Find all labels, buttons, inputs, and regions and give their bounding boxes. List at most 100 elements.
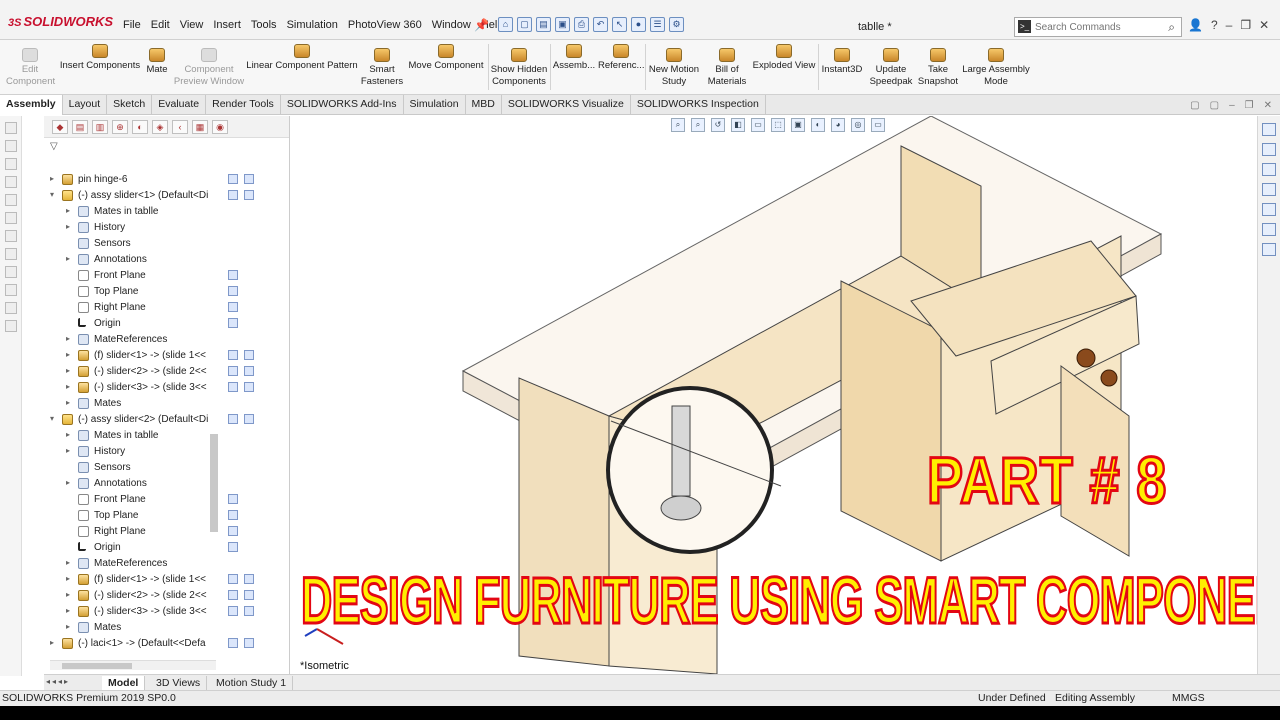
unit-system[interactable]: MMGS: [1172, 692, 1205, 704]
tab-evaluate[interactable]: Evaluate: [152, 95, 207, 115]
help-icon[interactable]: ?: [1211, 18, 1218, 32]
design-library-icon[interactable]: [1262, 143, 1276, 156]
menu-tools[interactable]: Tools: [246, 19, 282, 31]
show-hidden-button[interactable]: Show Hidden Components: [490, 48, 548, 88]
mate-button[interactable]: Mate: [142, 48, 172, 76]
tree-item[interactable]: Top Plane: [44, 508, 222, 524]
save-icon[interactable]: ▣: [555, 17, 570, 32]
expand-toggle-icon[interactable]: ▸: [66, 254, 70, 263]
undo-icon[interactable]: ↶: [593, 17, 608, 32]
solidworks-resources-icon[interactable]: [1262, 123, 1276, 136]
tree-item[interactable]: ▸ (-) slider<2> -> (slide 2<<: [44, 364, 222, 380]
restore-icon[interactable]: ❐: [1240, 18, 1251, 32]
tree-item[interactable]: Front Plane: [44, 268, 222, 284]
tree-vertical-scrollbar[interactable]: [210, 434, 218, 532]
configuration-manager-icon[interactable]: ▥: [92, 120, 108, 134]
tree-item[interactable]: ▸ pin hinge-6: [44, 172, 222, 188]
tab-solidworks-add-ins[interactable]: SOLIDWORKS Add-Ins: [281, 95, 404, 115]
strip-tool-icon[interactable]: [4, 266, 17, 278]
expand-toggle-icon[interactable]: ▸: [50, 638, 54, 647]
appearances-scenes-icon[interactable]: [1262, 203, 1276, 216]
search-input[interactable]: [1035, 20, 1161, 34]
tree-item[interactable]: ▸ Annotations: [44, 476, 222, 492]
collapse-left-icon[interactable]: ‹: [172, 120, 188, 134]
tab-mbd[interactable]: MBD: [466, 95, 502, 115]
strip-tool-icon[interactable]: [4, 140, 17, 152]
eye-icon[interactable]: ◉: [212, 120, 228, 134]
dimxpert-icon[interactable]: ⊕: [112, 120, 128, 134]
solidworks-logo[interactable]: 3S SOLIDWORKS: [8, 14, 113, 29]
tree-item[interactable]: Front Plane: [44, 492, 222, 508]
edit-component-button[interactable]: Edit Component: [6, 48, 55, 88]
tree-item[interactable]: ▸ (-) laci<1> -> (Default<<Defa: [44, 636, 222, 652]
strip-tool-icon[interactable]: [4, 158, 17, 170]
strip-tool-icon[interactable]: [4, 194, 17, 206]
file-properties-icon[interactable]: ☰: [650, 17, 665, 32]
expand-toggle-icon[interactable]: ▸: [66, 206, 70, 215]
tree-item[interactable]: ▸ Annotations: [44, 252, 222, 268]
tree-item[interactable]: ▸ History: [44, 444, 222, 460]
menu-file[interactable]: File: [118, 19, 146, 31]
tree-item[interactable]: Sensors: [44, 460, 222, 476]
tree-item[interactable]: ▾ (-) assy slider<2> (Default<Di: [44, 412, 222, 428]
menu-view[interactable]: View: [175, 19, 209, 31]
home-icon[interactable]: ⌂: [498, 17, 513, 32]
strip-tool-icon[interactable]: [4, 320, 17, 332]
smart-fasteners-button[interactable]: Smart Fasteners: [360, 48, 404, 88]
tree-item[interactable]: ▸ (f) slider<1> -> (slide 1<<: [44, 348, 222, 364]
forum-icon[interactable]: [1262, 243, 1276, 256]
strip-tool-icon[interactable]: [4, 302, 17, 314]
tab-model[interactable]: Model: [102, 676, 146, 690]
strip-tool-icon[interactable]: [4, 284, 17, 296]
options-gear-icon[interactable]: ⚙: [669, 17, 684, 32]
property-manager-icon[interactable]: ▤: [72, 120, 88, 134]
tree-item[interactable]: ▸ (-) slider<3> -> (slide 3<<: [44, 604, 222, 620]
menu-simulation[interactable]: Simulation: [282, 19, 343, 31]
tab-simulation[interactable]: Simulation: [404, 95, 466, 115]
instant3d-button[interactable]: Instant3D: [820, 48, 864, 76]
expand-toggle-icon[interactable]: ▸: [66, 478, 70, 487]
file-explorer-icon[interactable]: [1262, 163, 1276, 176]
custom-properties-icon[interactable]: [1262, 223, 1276, 236]
tree-item[interactable]: Origin: [44, 316, 222, 332]
tab-assembly[interactable]: Assembly: [0, 95, 63, 115]
user-icon[interactable]: 👤: [1188, 18, 1203, 32]
new-motion-study-button[interactable]: New Motion Study: [646, 48, 702, 88]
doc-minimize-icon[interactable]: –: [1229, 100, 1235, 111]
exploded-view-button[interactable]: Exploded View: [752, 44, 816, 72]
tab-solidworks-visualize[interactable]: SOLIDWORKS Visualize: [502, 95, 631, 115]
tree-item[interactable]: ▸ Mates: [44, 620, 222, 636]
appearance-icon[interactable]: ◈: [152, 120, 168, 134]
tree-item[interactable]: ▸ History: [44, 220, 222, 236]
menu-insert[interactable]: Insert: [208, 19, 246, 31]
feature-tree-icon[interactable]: ◆: [52, 120, 68, 134]
tab-motion-study[interactable]: Motion Study 1: [210, 676, 294, 690]
expand-toggle-icon[interactable]: ▸: [66, 334, 70, 343]
tree-item[interactable]: Sensors: [44, 236, 222, 252]
tree-item[interactable]: ▸ MateReferences: [44, 556, 222, 572]
tab-render-tools[interactable]: Render Tools: [206, 95, 281, 115]
tree-item[interactable]: ▸ Mates in tablle: [44, 204, 222, 220]
filter-icon[interactable]: ▽: [44, 138, 289, 156]
tab-scroll-arrows-icon[interactable]: ◂◂◂▸: [46, 677, 70, 686]
move-component-button[interactable]: Move Component: [406, 44, 486, 72]
expand-toggle-icon[interactable]: ▸: [66, 366, 70, 375]
strip-tool-icon[interactable]: [4, 122, 17, 134]
tile-icon[interactable]: ▢: [1190, 100, 1199, 111]
strip-tool-icon[interactable]: [4, 248, 17, 260]
expand-toggle-icon[interactable]: ▸: [66, 558, 70, 567]
expand-toggle-icon[interactable]: ▸: [50, 174, 54, 183]
traffic-light-icon[interactable]: ●: [631, 17, 646, 32]
scroll-thumb[interactable]: [62, 663, 132, 669]
expand-toggle-icon[interactable]: ▸: [66, 350, 70, 359]
tree-item[interactable]: ▸ Mates in tablle: [44, 428, 222, 444]
expand-toggle-icon[interactable]: ▸: [66, 606, 70, 615]
expand-toggle-icon[interactable]: ▸: [66, 398, 70, 407]
close-icon[interactable]: ✕: [1259, 18, 1269, 32]
tree-horizontal-scrollbar[interactable]: [50, 660, 216, 670]
display-manager-icon[interactable]: ◐: [132, 120, 148, 134]
tree-item[interactable]: Origin: [44, 540, 222, 556]
tree-item[interactable]: ▸ (-) slider<2> -> (slide 2<<: [44, 588, 222, 604]
component-preview-button[interactable]: Component Preview Window: [172, 48, 246, 88]
bill-of-materials-button[interactable]: Bill of Materials: [704, 48, 750, 88]
